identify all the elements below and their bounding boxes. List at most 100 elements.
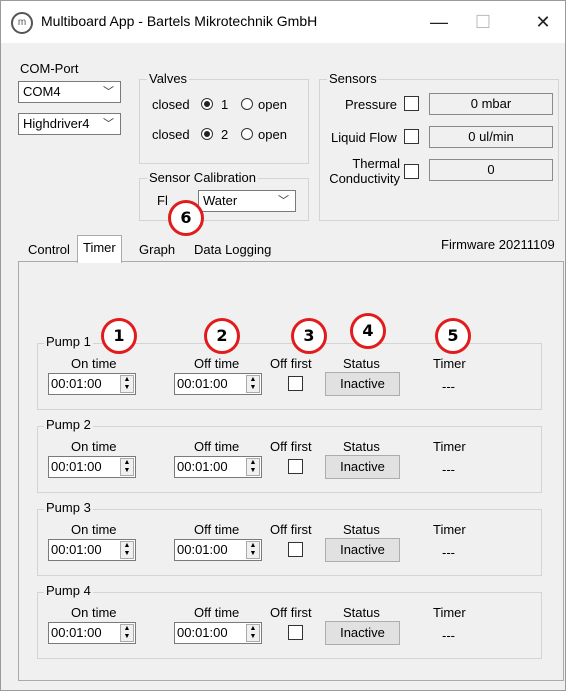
- on-time-label: On time: [71, 439, 117, 454]
- timer-value: ---: [442, 379, 455, 394]
- com-port-value: COM4: [23, 84, 61, 99]
- valve-1-open-label: open: [258, 97, 287, 112]
- on-time-label: On time: [71, 522, 117, 537]
- timer-value: ---: [442, 462, 455, 477]
- callout-1: 1: [101, 318, 137, 354]
- off-time-stepper[interactable]: 00:01:00 ▲ ▼: [174, 373, 262, 395]
- valve-1-number: 1: [221, 97, 229, 112]
- chevron-down-icon: ﹀: [103, 118, 114, 130]
- valve-2-open-radio[interactable]: [241, 128, 253, 140]
- minimize-button[interactable]: —: [419, 9, 459, 35]
- pressure-label: Pressure: [345, 97, 398, 112]
- off-first-checkbox[interactable]: [288, 625, 303, 640]
- thermal-label-line2: Conductivity: [329, 171, 400, 186]
- off-time-stepper[interactable]: 00:01:00 ▲ ▼: [174, 539, 262, 561]
- tab-timer[interactable]: Timer: [77, 235, 122, 263]
- off-first-label: Off first: [270, 522, 312, 537]
- on-time-stepper[interactable]: 00:01:00 ▲ ▼: [48, 373, 136, 395]
- up-down-arrows-icon[interactable]: ▲ ▼: [120, 541, 134, 559]
- thermal-label-line1: Thermal: [352, 156, 400, 171]
- off-first-label: Off first: [270, 439, 312, 454]
- fluid-select[interactable]: Water ﹀: [198, 190, 296, 212]
- fluid-value: Water: [203, 193, 238, 208]
- up-down-arrows-icon[interactable]: ▲ ▼: [246, 624, 260, 642]
- liquid-flow-readout: 0 ul/min: [429, 126, 553, 148]
- close-button[interactable]: ✕: [523, 9, 563, 35]
- timer-label: Timer: [433, 522, 466, 537]
- off-time-stepper[interactable]: 00:01:00 ▲ ▼: [174, 456, 262, 478]
- on-time-value: 00:01:00: [51, 542, 102, 557]
- status-button[interactable]: Inactive: [325, 538, 400, 562]
- status-button[interactable]: Inactive: [325, 372, 400, 396]
- off-first-checkbox[interactable]: [288, 542, 303, 557]
- off-first-label: Off first: [270, 356, 312, 371]
- sensors-label: Sensors: [327, 71, 379, 86]
- off-time-value: 00:01:00: [177, 376, 228, 391]
- off-time-value: 00:01:00: [177, 459, 228, 474]
- up-down-arrows-icon[interactable]: ▲ ▼: [120, 375, 134, 393]
- up-down-arrows-icon[interactable]: ▲ ▼: [246, 375, 260, 393]
- liquid-flow-checkbox[interactable]: [404, 129, 419, 144]
- on-time-value: 00:01:00: [51, 625, 102, 640]
- pump-name: Pump 2: [44, 417, 93, 432]
- status-button[interactable]: Inactive: [325, 455, 400, 479]
- maximize-button[interactable]: ☐: [463, 9, 503, 35]
- on-time-stepper[interactable]: 00:01:00 ▲ ▼: [48, 622, 136, 644]
- callout-4: 4: [350, 313, 386, 349]
- status-label: Status: [343, 439, 380, 454]
- title-bar: m Multiboard App - Bartels Mikrotechnik …: [1, 1, 565, 43]
- on-time-value: 00:01:00: [51, 376, 102, 391]
- up-down-arrows-icon[interactable]: ▲ ▼: [246, 541, 260, 559]
- pump-name: Pump 1: [44, 334, 93, 349]
- off-time-value: 00:01:00: [177, 625, 228, 640]
- pressure-checkbox[interactable]: [404, 96, 419, 111]
- timer-label: Timer: [433, 356, 466, 371]
- up-down-arrows-icon[interactable]: ▲ ▼: [120, 624, 134, 642]
- up-down-arrows-icon[interactable]: ▲ ▼: [246, 458, 260, 476]
- timer-label: Timer: [433, 605, 466, 620]
- pump-name: Pump 3: [44, 500, 93, 515]
- timer-value: ---: [442, 628, 455, 643]
- valve-1-open-radio[interactable]: [241, 98, 253, 110]
- up-down-arrows-icon[interactable]: ▲ ▼: [120, 458, 134, 476]
- valve-1-closed-label: closed: [152, 97, 190, 112]
- firmware-label: Firmware 20211109: [441, 237, 555, 252]
- sensor-calibration-label: Sensor Calibration: [147, 170, 258, 185]
- off-time-value: 00:01:00: [177, 542, 228, 557]
- off-time-stepper[interactable]: 00:01:00 ▲ ▼: [174, 622, 262, 644]
- fluid-label: Fl: [157, 193, 168, 208]
- tab-control[interactable]: Control: [23, 239, 75, 261]
- liquid-flow-label: Liquid Flow: [331, 130, 397, 145]
- valve-2-closed-radio[interactable]: [201, 128, 213, 140]
- thermal-conductivity-checkbox[interactable]: [404, 164, 419, 179]
- timer-label: Timer: [433, 439, 466, 454]
- com-port-select[interactable]: COM4 ﹀: [18, 81, 121, 103]
- callout-5: 5: [435, 318, 471, 354]
- valve-2-closed-label: closed: [152, 127, 190, 142]
- status-label: Status: [343, 605, 380, 620]
- pump-name: Pump 4: [44, 583, 93, 598]
- callout-3: 3: [291, 318, 327, 354]
- window-title: Multiboard App - Bartels Mikrotechnik Gm…: [41, 13, 318, 29]
- thermal-conductivity-readout: 0: [429, 159, 553, 181]
- timer-value: ---: [442, 545, 455, 560]
- on-time-stepper[interactable]: 00:01:00 ▲ ▼: [48, 456, 136, 478]
- app-logo-icon: m: [11, 12, 33, 34]
- driver-select[interactable]: Highdriver4 ﹀: [18, 113, 121, 135]
- app-window: m Multiboard App - Bartels Mikrotechnik …: [0, 0, 566, 691]
- chevron-down-icon: ﹀: [278, 195, 289, 207]
- com-port-label: COM-Port: [20, 61, 79, 76]
- valve-1-closed-radio[interactable]: [201, 98, 213, 110]
- on-time-stepper[interactable]: 00:01:00 ▲ ▼: [48, 539, 136, 561]
- off-first-checkbox[interactable]: [288, 459, 303, 474]
- tab-graph[interactable]: Graph: [134, 239, 180, 261]
- callout-6: 6: [168, 200, 204, 236]
- status-button[interactable]: Inactive: [325, 621, 400, 645]
- off-first-label: Off first: [270, 605, 312, 620]
- off-first-checkbox[interactable]: [288, 376, 303, 391]
- tab-data-logging[interactable]: Data Logging: [189, 239, 276, 261]
- off-time-label: Off time: [194, 605, 240, 620]
- status-label: Status: [343, 522, 380, 537]
- status-label: Status: [343, 356, 380, 371]
- callout-2: 2: [204, 318, 240, 354]
